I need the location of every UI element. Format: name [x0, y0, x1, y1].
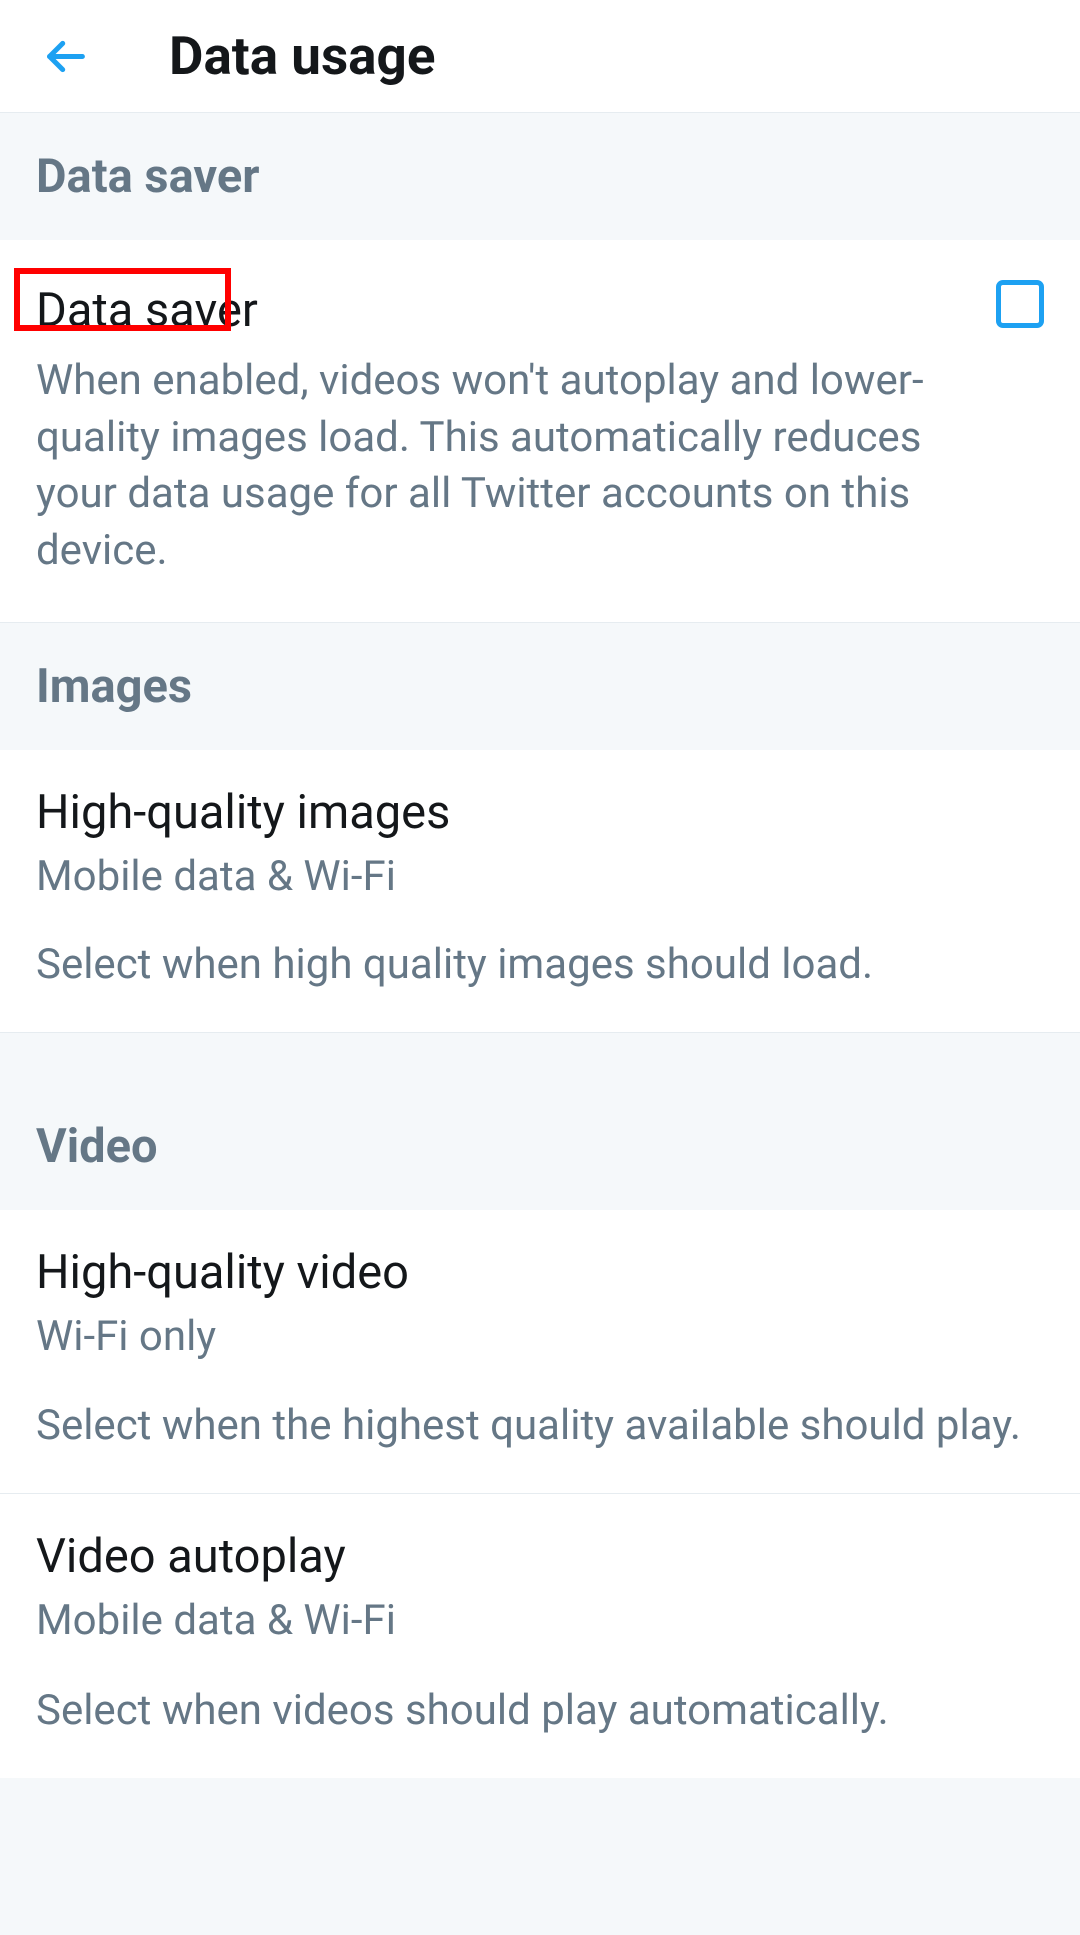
hq-images-title: High-quality images — [36, 782, 450, 843]
hq-video-description: Select when the highest quality availabl… — [36, 1397, 1044, 1455]
video-autoplay-subtitle: Mobile data & Wi-Fi — [36, 1593, 1044, 1650]
header-bar: Data usage — [0, 0, 1080, 113]
video-autoplay-description: Select when videos should play automatic… — [36, 1682, 1044, 1740]
data-saver-checkbox[interactable] — [996, 280, 1044, 328]
page-title: Data usage — [169, 25, 435, 87]
hq-video-title: High-quality video — [36, 1242, 409, 1303]
hq-images-description: Select when high quality images should l… — [36, 936, 1044, 994]
data-saver-description: When enabled, videos won't autoplay and … — [36, 353, 960, 580]
high-quality-video-row[interactable]: High-quality video Wi-Fi only Select whe… — [0, 1210, 1080, 1495]
video-autoplay-row[interactable]: Video autoplay Mobile data & Wi-Fi Selec… — [0, 1494, 1080, 1778]
section-heading-data-saver: Data saver — [0, 113, 1080, 240]
data-saver-title: Data saver — [36, 280, 258, 341]
section-heading-images: Images — [0, 623, 1080, 750]
video-autoplay-title: Video autoplay — [36, 1526, 346, 1587]
data-saver-row[interactable]: Data saver When enabled, videos won't au… — [0, 240, 1080, 623]
section-heading-video: Video — [0, 1083, 1080, 1210]
back-arrow-icon[interactable] — [43, 34, 88, 79]
highlight-annotation — [14, 268, 231, 331]
hq-images-subtitle: Mobile data & Wi-Fi — [36, 849, 1044, 906]
section-spacer — [0, 1033, 1080, 1083]
high-quality-images-row[interactable]: High-quality images Mobile data & Wi-Fi … — [0, 750, 1080, 1033]
hq-video-subtitle: Wi-Fi only — [36, 1309, 1044, 1366]
